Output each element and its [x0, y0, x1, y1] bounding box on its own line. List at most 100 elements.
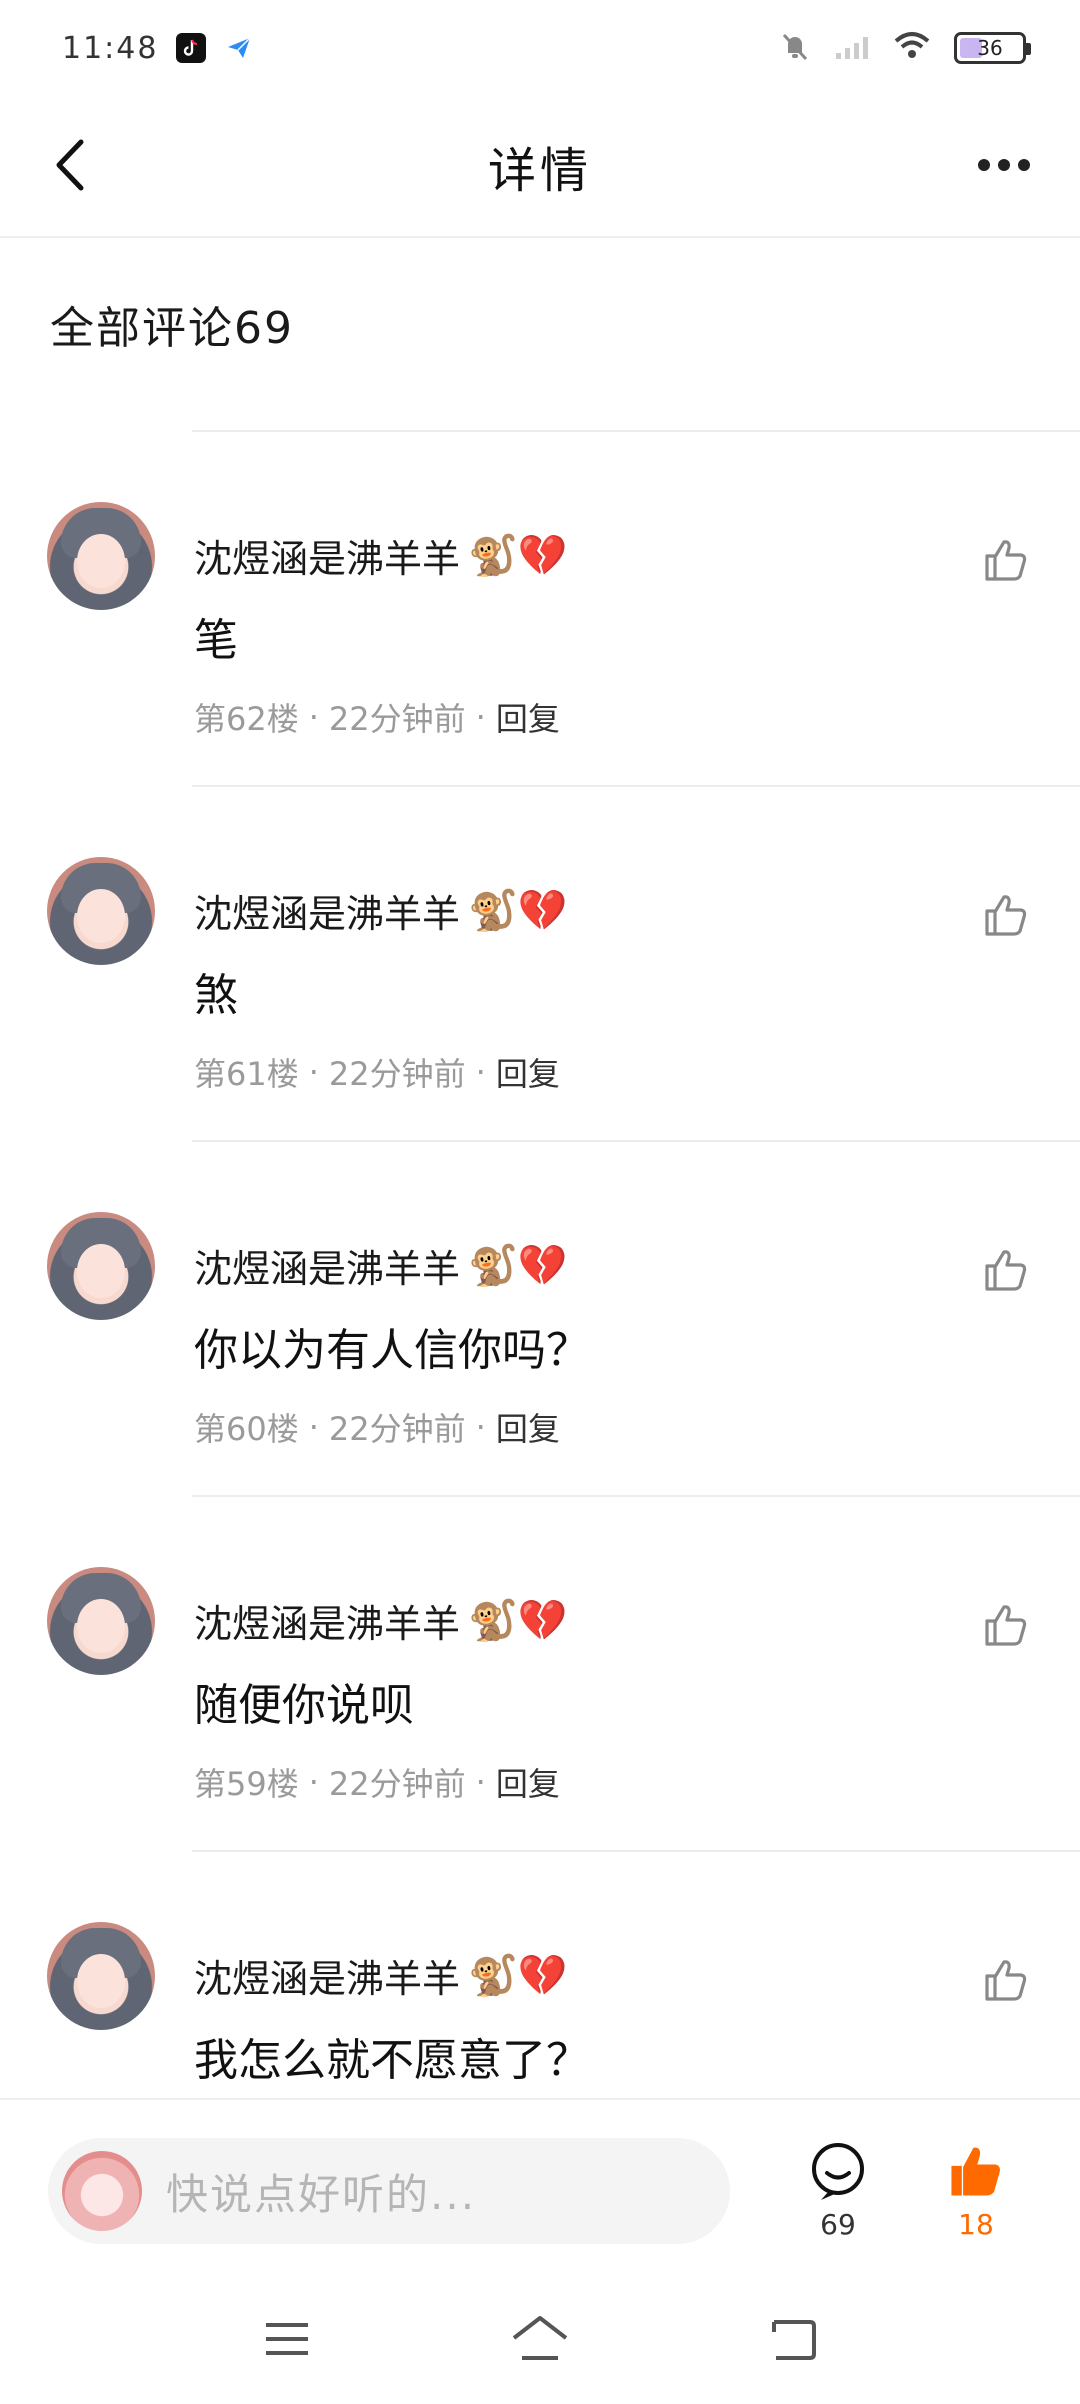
send-app-icon	[224, 33, 255, 63]
avatar[interactable]	[47, 1567, 155, 1675]
meta-separator: ·	[308, 1763, 319, 1801]
comment-floor: 第59楼	[194, 1765, 299, 1803]
avatar[interactable]	[47, 857, 155, 965]
comment-input[interactable]: 快说点好听的...	[48, 2138, 730, 2244]
like-button[interactable]	[976, 885, 1036, 945]
meta-separator: ·	[308, 698, 319, 736]
comment-username-row: 沈煜涵是沸羊羊 🐒💔	[194, 1593, 568, 1648]
thumbs-up-icon	[985, 540, 1027, 581]
avatar[interactable]	[47, 1212, 155, 1320]
comment-time: 22分钟前	[328, 1055, 466, 1093]
comment-count: 69	[820, 2208, 856, 2241]
like-button[interactable]	[976, 530, 1036, 590]
comment-meta: 第59楼 · 22分钟前 · 回复	[194, 1759, 560, 1805]
like-button[interactable]	[976, 1950, 1036, 2010]
username-emoji: 🐒💔	[468, 1243, 568, 1289]
comment-item: 沈煜涵是沸羊羊 🐒💔 你以为有人信你吗？ 第60楼 · 22分钟前 · 回复	[0, 1142, 1080, 1497]
comment-meta: 第62楼 · 22分钟前 · 回复	[194, 694, 560, 740]
meta-separator: ·	[475, 698, 486, 736]
like-button[interactable]	[976, 1240, 1036, 1300]
page-title: 详情	[487, 143, 592, 199]
reply-button[interactable]: 回复	[496, 1759, 560, 1805]
meta-separator: ·	[475, 1053, 486, 1091]
comment-text: 笔	[194, 615, 238, 666]
more-dot	[978, 159, 990, 171]
input-placeholder: 快说点好听的...	[166, 2169, 477, 2219]
comment-floor: 第61楼	[194, 1055, 299, 1093]
nav-bar: 详情	[0, 96, 1080, 238]
comment-item: 沈煜涵是沸羊羊 🐒💔 煞 第61楼 · 22分钟前 · 回复	[0, 787, 1080, 1142]
avatar[interactable]	[47, 502, 155, 610]
comment-username[interactable]: 沈煜涵是沸羊羊	[194, 883, 460, 938]
comment-text: 煞	[194, 970, 238, 1021]
status-bar: 11:48 36	[0, 0, 1080, 96]
meta-separator: ·	[308, 1408, 319, 1446]
status-time: 11:48	[62, 30, 159, 66]
like-count: 18	[958, 2208, 994, 2241]
comment-item: 沈煜涵是沸羊羊 🐒💔 笔 第62楼 · 22分钟前 · 回复	[0, 432, 1080, 787]
comment-time: 22分钟前	[328, 1410, 466, 1448]
bottom-bar: 快说点好听的... 69 18	[0, 2098, 1080, 2274]
signal-icon	[834, 31, 870, 65]
status-left: 11:48	[62, 30, 255, 66]
menu-button[interactable]	[257, 2309, 317, 2369]
reply-button[interactable]: 回复	[496, 694, 560, 740]
all-comments-title: 全部评论69	[50, 303, 294, 354]
thumbs-up-icon	[985, 1960, 1027, 2001]
home-icon	[512, 2316, 568, 2360]
comment-time: 22分钟前	[328, 1765, 466, 1803]
comment-meta: 第61楼 · 22分钟前 · 回复	[194, 1049, 560, 1095]
tiktok-icon	[176, 33, 207, 63]
comment-username[interactable]: 沈煜涵是沸羊羊	[194, 1238, 460, 1293]
username-emoji: 🐒💔	[468, 1953, 568, 1999]
comment-bubble-icon	[812, 2143, 864, 2200]
status-right: 36	[778, 29, 1031, 67]
comment-floor: 第62楼	[194, 700, 299, 738]
more-dot	[998, 159, 1010, 171]
home-button[interactable]	[510, 2309, 570, 2369]
back-chevron-icon	[56, 139, 84, 191]
wifi-icon	[892, 31, 932, 65]
comment-username-row: 沈煜涵是沸羊羊 🐒💔	[194, 883, 568, 938]
back-nav-button[interactable]	[763, 2309, 823, 2369]
comment-username[interactable]: 沈煜涵是沸羊羊	[194, 1948, 460, 2003]
comment-floor: 第60楼	[194, 1410, 299, 1448]
comment-item: 沈煜涵是沸羊羊 🐒💔 随便你说呗 第59楼 · 22分钟前 · 回复	[0, 1497, 1080, 1852]
username-emoji: 🐒💔	[468, 533, 568, 579]
mute-icon	[778, 29, 812, 67]
system-nav-bar	[0, 2274, 1080, 2404]
thumbs-up-icon	[985, 1605, 1027, 1646]
reply-button[interactable]: 回复	[496, 1049, 560, 1095]
comment-text: 你以为有人信你吗？	[194, 1325, 590, 1376]
battery-indicator: 36	[954, 32, 1031, 64]
comment-username-row: 沈煜涵是沸羊羊 🐒💔	[194, 1948, 568, 2003]
meta-separator: ·	[308, 1053, 319, 1091]
like-button[interactable]	[976, 1595, 1036, 1655]
comment-username[interactable]: 沈煜涵是沸羊羊	[194, 528, 460, 583]
comment-meta: 第60楼 · 22分钟前 · 回复	[194, 1404, 560, 1450]
thumbs-up-filled-icon	[951, 2147, 1000, 2196]
username-emoji: 🐒💔	[468, 888, 568, 934]
more-options-button[interactable]	[964, 130, 1044, 200]
meta-separator: ·	[475, 1408, 486, 1446]
battery-level: 36	[977, 36, 1003, 60]
comment-text: 我怎么就不愿意了？	[194, 2035, 590, 2086]
more-dot	[1018, 159, 1030, 171]
comment-username-row: 沈煜涵是沸羊羊 🐒💔	[194, 528, 568, 583]
reply-button[interactable]: 回复	[496, 1404, 560, 1450]
comment-username[interactable]: 沈煜涵是沸羊羊	[194, 1593, 460, 1648]
post-like-button[interactable]: 18	[938, 2140, 1014, 2241]
my-avatar	[62, 2151, 142, 2231]
thumbs-up-icon	[985, 1250, 1027, 1291]
comment-text: 随便你说呗	[194, 1680, 414, 1731]
comment-username-row: 沈煜涵是沸羊羊 🐒💔	[194, 1238, 568, 1293]
username-emoji: 🐒💔	[468, 1598, 568, 1644]
meta-separator: ·	[475, 1763, 486, 1801]
return-icon	[772, 2320, 817, 2360]
back-button[interactable]	[36, 130, 106, 200]
comments-button[interactable]: 69	[800, 2140, 876, 2241]
comment-list: 沈煜涵是沸羊羊 🐒💔 笔 第62楼 · 22分钟前 · 回复 沈煜涵是沸羊羊 🐒…	[0, 432, 1080, 2207]
menu-icon	[265, 2323, 308, 2355]
avatar[interactable]	[47, 1922, 155, 2030]
thumbs-up-icon	[985, 895, 1027, 936]
